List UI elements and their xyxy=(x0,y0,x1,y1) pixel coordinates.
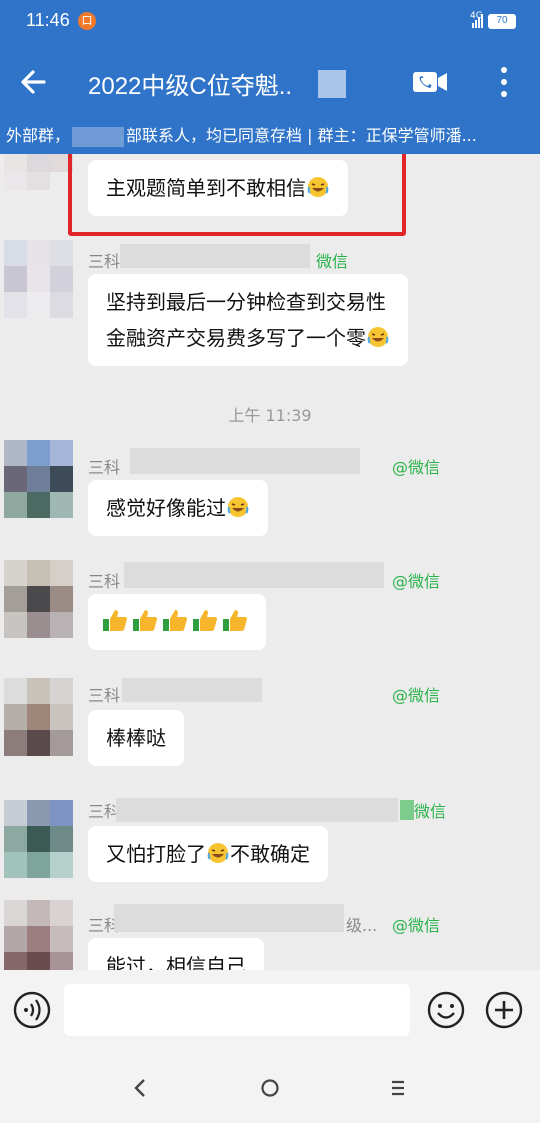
chat-message-list[interactable]: 主观题简单到不敢相信 三科 微信 坚持到最后一分钟检查到交易性 金融资产交易费多… xyxy=(0,154,540,970)
blurred-title-area xyxy=(318,70,346,98)
avatar[interactable] xyxy=(4,560,74,638)
message-input-bar xyxy=(0,970,540,1050)
message-bubble[interactable] xyxy=(88,594,266,650)
message-bubble[interactable]: 棒棒哒 xyxy=(88,710,184,766)
blurred-sender-area xyxy=(122,678,262,702)
blurred-sender-area xyxy=(130,448,360,474)
message-text: 能过，相信自己 xyxy=(106,954,246,970)
sender-source: @微信 xyxy=(392,686,441,705)
status-time: 11:46 xyxy=(26,10,70,30)
thumbs-up-icon xyxy=(193,610,217,631)
sender-source-prefix: 级... xyxy=(346,916,378,935)
thumbs-up-icon xyxy=(163,610,187,631)
sender-name: 三科 xyxy=(88,252,121,271)
message-text: 棒棒哒 xyxy=(106,726,166,750)
thumbs-up-icon xyxy=(103,610,127,631)
message-bubble[interactable]: 又怕打脸了 不敢确定 xyxy=(88,826,328,882)
plus-icon[interactable] xyxy=(484,990,524,1030)
sender-name: 三科 xyxy=(88,572,121,591)
thumbs-up-icon xyxy=(223,610,247,631)
message-timestamp: 上午 11:39 xyxy=(228,406,312,425)
notice-text-part2: 部联系人，均已同意存档 | 群主：正保学管师潘... xyxy=(126,126,477,145)
message-bubble[interactable]: 感觉好像能过 xyxy=(88,480,268,536)
battery-indicator: 70 xyxy=(488,14,516,29)
nav-back-icon[interactable] xyxy=(122,1070,158,1106)
chat-header: 2022中级C位夺魁.. xyxy=(0,46,540,118)
status-bar: 11:46 口 4G 70 xyxy=(0,0,540,46)
arrow-left-icon[interactable] xyxy=(16,64,52,100)
highlight-box xyxy=(68,154,406,236)
laughing-crying-face-icon xyxy=(207,843,229,863)
sender-source: @微信 xyxy=(392,458,441,477)
laughing-crying-face-icon xyxy=(227,497,249,517)
blurred-sender-area xyxy=(120,244,310,268)
signal-icon xyxy=(472,14,483,28)
avatar[interactable] xyxy=(4,154,74,190)
blurred-sender-area xyxy=(124,562,384,588)
blurred-sender-area xyxy=(116,798,398,822)
sender-name: 三科 xyxy=(88,686,121,705)
avatar[interactable] xyxy=(4,900,74,970)
avatar[interactable] xyxy=(4,800,74,878)
laughing-crying-face-icon xyxy=(367,327,389,347)
video-call-icon[interactable] xyxy=(410,66,450,98)
system-navigation-bar xyxy=(0,1050,540,1123)
sender-source: @微信 xyxy=(392,572,441,591)
sender-source: 微信 xyxy=(316,252,349,271)
message-bubble[interactable]: 坚持到最后一分钟检查到交易性 金融资产交易费多写了一个零 xyxy=(88,274,408,366)
message-bubble[interactable]: 能过，相信自己 xyxy=(88,938,264,970)
message-text: 感觉好像能过 xyxy=(106,496,226,520)
sender-name: 三科 xyxy=(88,458,121,477)
group-notice-banner[interactable]: 外部群， 部联系人，均已同意存档 | 群主：正保学管师潘... xyxy=(0,118,540,154)
message-text: 金融资产交易费多写了一个零 xyxy=(106,326,366,350)
avatar[interactable] xyxy=(4,440,74,518)
notice-text-part1: 外部群， xyxy=(6,126,71,145)
notification-badge: 口 xyxy=(78,12,96,30)
chat-title[interactable]: 2022中级C位夺魁.. xyxy=(88,66,292,101)
more-vertical-icon[interactable] xyxy=(494,62,514,102)
voice-icon[interactable] xyxy=(12,990,52,1030)
avatar[interactable] xyxy=(4,678,74,756)
sender-source: 微信 xyxy=(414,802,447,821)
thumbs-up-icon xyxy=(133,610,157,631)
smiley-icon[interactable] xyxy=(426,990,466,1030)
message-text: 坚持到最后一分钟检查到交易性 xyxy=(106,290,386,314)
blurred-sender-area xyxy=(114,904,344,932)
blurred-notice-area xyxy=(72,126,125,147)
message-input[interactable] xyxy=(64,984,410,1036)
nav-home-icon[interactable] xyxy=(252,1070,288,1106)
avatar[interactable] xyxy=(4,240,74,318)
message-text: 又怕打脸了 xyxy=(106,842,206,866)
sender-source: @微信 xyxy=(392,916,441,935)
blurred-sender-area xyxy=(400,800,414,820)
nav-menu-icon[interactable] xyxy=(380,1070,416,1106)
message-text: 不敢确定 xyxy=(230,842,310,866)
